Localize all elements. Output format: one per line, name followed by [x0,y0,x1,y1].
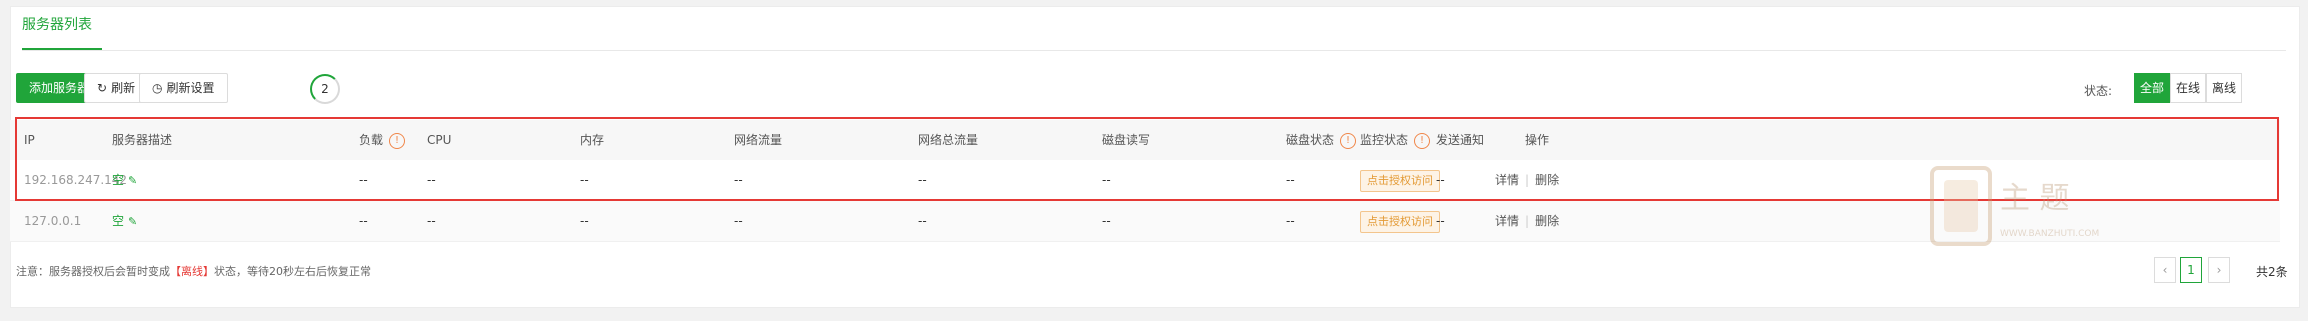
note-prefix: 注意：服务器授权后会暂时变成 [16,265,170,278]
refresh-icon: ↻ [97,81,108,95]
cell-mem: -- [580,214,589,228]
next-page-button[interactable]: › [2208,257,2230,283]
filter-online[interactable]: 在线 [2170,73,2206,103]
desc-value[interactable]: 空 [112,214,124,228]
action-separator: | [1525,214,1530,228]
refresh-countdown: 2 [310,74,340,104]
clock-icon: ◷ [152,81,163,95]
refresh-settings-button[interactable]: ◷ 刷新设置 [139,73,228,103]
tab-divider [22,50,2286,51]
cell-cpu: -- [427,214,436,228]
status-filter-label: 状态: [2084,84,2113,98]
auth-note: 注意：服务器授权后会暂时变成【离线】状态，等待20秒左右后恢复正常 [16,263,371,279]
refresh-label: 刷新 [111,81,136,95]
cell-ip: 127.0.0.1 [24,214,82,228]
cell-desc[interactable]: 空 ✎ [112,201,137,241]
filter-offline[interactable]: 离线 [2206,73,2242,103]
cell-notify: -- [1436,214,1445,228]
cell-load: -- [359,214,368,228]
refresh-settings-label: 刷新设置 [166,81,215,95]
note-offline: 【离线】 [170,265,214,278]
cell-net: -- [734,214,743,228]
page-1-button[interactable]: 1 [2180,257,2202,283]
highlight-box [15,117,2279,201]
authorize-button[interactable]: 点击授权访问 [1360,211,1440,233]
add-server-label: 添加服务器 [29,81,90,95]
total-count: 共2条 [2256,265,2288,279]
tab-server-list[interactable]: 服务器列表 [22,14,92,34]
filter-all[interactable]: 全部 [2134,73,2170,103]
detail-link[interactable]: 详情 [1495,214,1519,228]
delete-link[interactable]: 删除 [1535,214,1559,228]
cell-actions: 详情 | 删除 [1495,201,1559,241]
cell-net-total: -- [918,214,927,228]
table-row: 127.0.0.1 空 ✎ -- -- -- -- -- -- -- 点击授权访问… [10,201,2280,242]
edit-icon[interactable]: ✎ [128,202,137,242]
note-suffix: 状态，等待20秒左右后恢复正常 [214,265,371,278]
cell-disk-rw: -- [1102,214,1111,228]
cell-disk-status: -- [1286,214,1295,228]
prev-page-button[interactable]: ‹ [2154,257,2176,283]
